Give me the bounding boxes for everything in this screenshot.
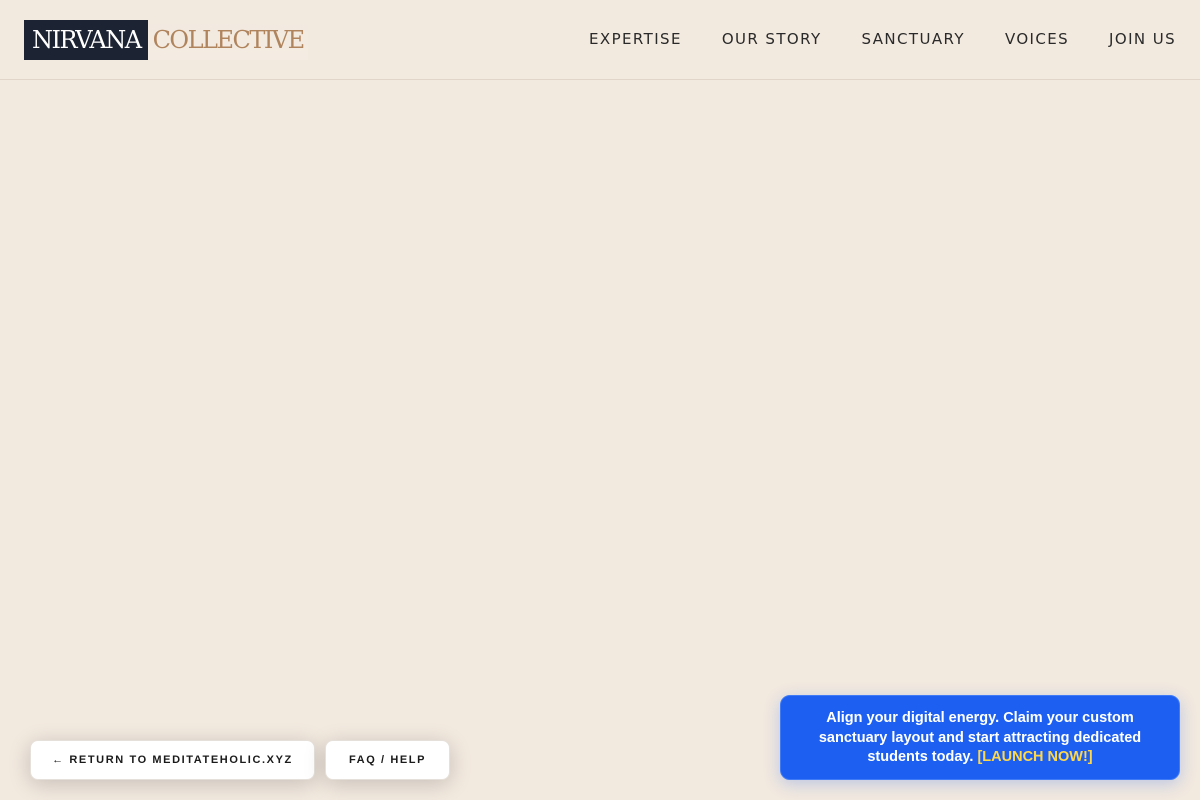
logo-wordmark-secondary: COLLECTIVE	[147, 20, 308, 60]
faq-help-label: FAQ / HELP	[348, 754, 427, 766]
main-nav: EXPERTISE OUR STORY SANCTUARY VOICES JOI…	[589, 30, 1176, 48]
promo-cta-link[interactable]: [LAUNCH NOW!]	[977, 749, 1092, 765]
nav-item-voices[interactable]: VOICES	[1005, 30, 1069, 48]
logo[interactable]: NIRVANA COLLECTIVE	[24, 20, 308, 60]
site-header: NIRVANA COLLECTIVE EXPERTISE OUR STORY S…	[0, 0, 1200, 80]
nav-item-join-us[interactable]: JOIN US	[1109, 30, 1176, 48]
return-to-site-label: ← RETURN TO MEDITATEHOLIC.XYZ	[52, 754, 293, 766]
nav-item-expertise[interactable]: EXPERTISE	[589, 30, 682, 48]
promo-banner[interactable]: Align your digital energy. Claim your cu…	[780, 695, 1180, 780]
nav-item-sanctuary[interactable]: SANCTUARY	[862, 30, 965, 48]
return-to-site-button[interactable]: ← RETURN TO MEDITATEHOLIC.XYZ	[30, 740, 315, 780]
page: NIRVANA COLLECTIVE EXPERTISE OUR STORY S…	[0, 0, 1200, 800]
nav-item-our-story[interactable]: OUR STORY	[722, 30, 822, 48]
faq-help-button[interactable]: FAQ / HELP	[325, 740, 450, 780]
logo-wordmark-primary: NIRVANA	[24, 20, 148, 60]
